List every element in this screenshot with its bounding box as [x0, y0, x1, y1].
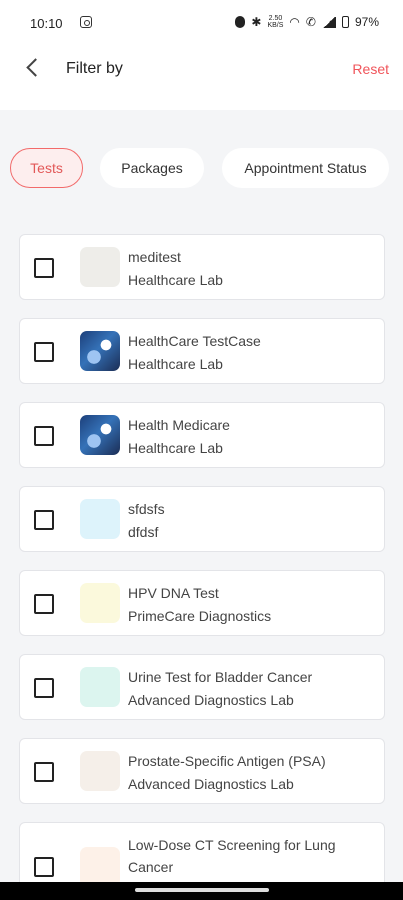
network-speed-unit: KB/S: [267, 22, 284, 29]
status-bar: 10:10 ✱ 2.50 KB/S ◠ ✆ 97%: [0, 0, 403, 46]
list-item[interactable]: HPV DNA Test PrimeCare Diagnostics: [19, 570, 385, 636]
instagram-icon: [80, 16, 92, 28]
checkbox[interactable]: [34, 678, 54, 698]
checkbox[interactable]: [34, 258, 54, 278]
test-name: sfdsfs: [128, 501, 165, 517]
lab-name: Healthcare Lab: [128, 440, 223, 456]
battery-icon: [341, 16, 349, 28]
reset-button[interactable]: Reset: [352, 61, 389, 77]
lab-name: Healthcare Lab: [128, 356, 223, 372]
lab-name: dfdsf: [128, 524, 159, 540]
lab-name: Healthcare Lab: [128, 272, 223, 288]
test-thumbnail: [80, 331, 120, 371]
test-name: meditest: [128, 249, 181, 265]
test-name: Low-Dose CT Screening for Lung Cancer: [128, 837, 336, 875]
list-item[interactable]: meditest Healthcare Lab: [19, 234, 385, 300]
battery-percent: 97%: [354, 15, 379, 29]
test-thumbnail: [80, 247, 120, 287]
test-name: HPV DNA Test: [128, 585, 219, 601]
chevron-left-icon[interactable]: [22, 56, 46, 80]
test-name: Urine Test for Bladder Cancer: [128, 669, 313, 685]
checkbox[interactable]: [34, 342, 54, 362]
call-icon: ✆: [305, 15, 316, 29]
wifi-icon: ◠: [289, 15, 300, 29]
status-time: 10:10: [30, 16, 63, 31]
lab-name: Advanced Diagnostics Lab: [128, 692, 294, 708]
home-handle[interactable]: [135, 888, 269, 892]
checkbox[interactable]: [34, 594, 54, 614]
network-speed-value: 2.50: [268, 15, 283, 22]
tab-appointment-status[interactable]: Appointment Status: [222, 148, 389, 188]
list-item[interactable]: Prostate-Specific Antigen (PSA) Advanced…: [19, 738, 385, 804]
lab-name: Advanced Diagnostics Lab: [128, 776, 294, 792]
checkbox[interactable]: [34, 426, 54, 446]
tab-packages[interactable]: Packages: [100, 148, 204, 188]
bluetooth-icon: ✱: [251, 15, 262, 29]
list-item[interactable]: sfdsfs dfdsf: [19, 486, 385, 552]
checkbox[interactable]: [34, 510, 54, 530]
page-title: Filter by: [66, 60, 123, 77]
lab-name: PrimeCare Diagnostics: [128, 608, 272, 624]
test-thumbnail: [80, 667, 120, 707]
tab-tests[interactable]: Tests: [10, 148, 83, 188]
test-name: Prostate-Specific Antigen (PSA): [128, 753, 326, 769]
list-item[interactable]: HealthCare TestCase Healthcare Lab: [19, 318, 385, 384]
checkbox[interactable]: [34, 857, 54, 877]
test-thumbnail: [80, 583, 120, 623]
test-name: Health Medicare: [128, 417, 230, 433]
test-thumbnail: [80, 751, 120, 791]
test-name: HealthCare TestCase: [128, 333, 261, 349]
network-speed: 2.50 KB/S: [267, 15, 283, 29]
test-thumbnail: [80, 499, 120, 539]
test-thumbnail: [80, 847, 120, 887]
test-thumbnail: [80, 415, 120, 455]
dnd-icon: [235, 16, 246, 28]
header: Filter by Reset: [0, 46, 403, 110]
checkbox[interactable]: [34, 762, 54, 782]
list-item[interactable]: Health Medicare Healthcare Lab: [19, 402, 385, 468]
status-icons: ✱ 2.50 KB/S ◠ ✆ 97%: [235, 15, 379, 29]
list-item[interactable]: Urine Test for Bladder Cancer Advanced D…: [19, 654, 385, 720]
navigation-bar: [0, 882, 403, 900]
signal-icon: [321, 16, 336, 28]
